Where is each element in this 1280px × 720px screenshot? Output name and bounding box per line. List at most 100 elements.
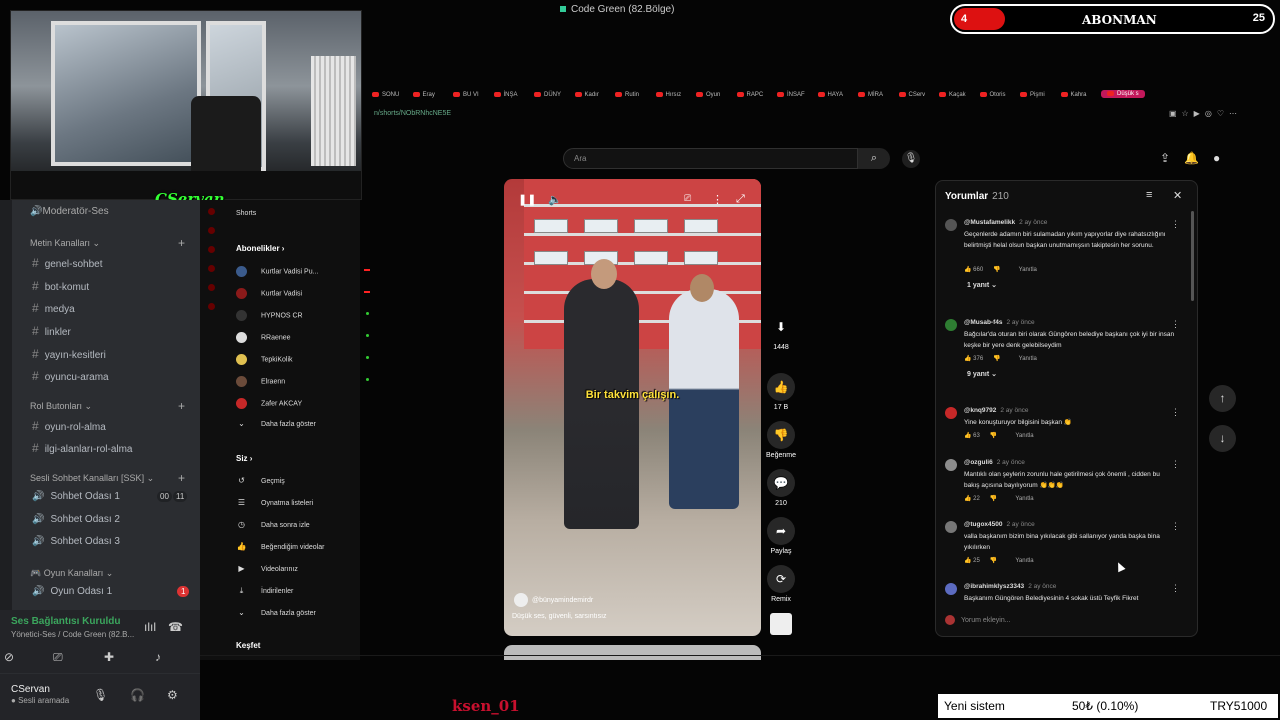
- soundboard-icon[interactable]: ♪: [155, 650, 161, 664]
- thumbs-down-icon[interactable]: 👎: [990, 433, 997, 439]
- comment-author[interactable]: @ibrahimklysz3343 2 ay önce: [964, 583, 1056, 590]
- browser-tab[interactable]: RAPC: [736, 92, 763, 98]
- channel-item[interactable]: # ilgi-alanları-rol-alma: [32, 441, 133, 455]
- more-icon[interactable]: ⋮: [712, 193, 723, 206]
- avatar[interactable]: ●: [1213, 151, 1234, 165]
- thumbs-up-icon[interactable]: 👍: [964, 433, 971, 439]
- comments-scrollbar[interactable]: [1191, 211, 1194, 301]
- video-author[interactable]: @bünyamindemirdr: [514, 593, 593, 607]
- view-replies-button[interactable]: 9 yanıt ⌄: [967, 370, 997, 378]
- sidebar-item[interactable]: ⤓ İndirilenler: [236, 586, 294, 596]
- add-channel-icon[interactable]: +: [178, 236, 185, 250]
- reply-button[interactable]: Yanıtla: [1019, 356, 1037, 362]
- volume-icon[interactable]: 🔈: [548, 193, 562, 206]
- reply-button[interactable]: Yanıtla: [1015, 558, 1033, 564]
- subscriptions-show-more[interactable]: ⌄ Daha fazla göster: [236, 419, 316, 428]
- voice-channel-item[interactable]: 🔊 Sohbet Odası 3: [32, 536, 120, 547]
- channel-item[interactable]: # yayın-kesitleri: [32, 347, 106, 361]
- browser-tab[interactable]: MİRA: [858, 92, 883, 98]
- previous-video-button[interactable]: ↑: [1209, 385, 1236, 412]
- browser-tab[interactable]: Pişmi: [1020, 92, 1045, 98]
- comment-author[interactable]: @tugox4500 2 ay önce: [964, 521, 1035, 528]
- voice-channel-item[interactable]: 🔊 Sohbet Odası 1 00 11: [32, 491, 192, 502]
- you-heading[interactable]: Siz ›: [236, 454, 252, 463]
- microphone-icon[interactable]: 🎙: [93, 688, 108, 702]
- subscription-item[interactable]: Kurtlar Vadisi: [236, 288, 376, 299]
- comment-author[interactable]: @Musab-f4s 2 ay önce: [964, 319, 1035, 326]
- subscription-item[interactable]: Kurtlar Vadisi Pu...: [236, 266, 376, 277]
- avatar[interactable]: [945, 407, 957, 419]
- browser-tab[interactable]: Otoris: [979, 92, 1006, 98]
- pause-icon[interactable]: ❚❚: [518, 193, 536, 206]
- thumbs-down-icon[interactable]: 👎: [990, 496, 997, 502]
- channel-item[interactable]: # bot-komut: [32, 279, 89, 293]
- browser-tab[interactable]: Hırsız: [655, 92, 681, 98]
- thumbs-down-icon[interactable]: 👎: [993, 356, 1000, 362]
- view-replies-button[interactable]: 1 yanıt ⌄: [967, 281, 997, 289]
- next-video-preview[interactable]: [504, 645, 761, 660]
- subscription-item[interactable]: Zafer AKCAY: [236, 398, 376, 409]
- shorts-video-player[interactable]: Bir takvim çalışın. ❚❚ 🔈 ⎚ ⋮ ⤢ @bünyamin…: [504, 179, 761, 636]
- subscription-item[interactable]: Elraenn: [236, 376, 376, 387]
- voice-search-icon[interactable]: 🎙: [902, 150, 920, 168]
- sidebar-item[interactable]: ◷ Daha sonra izle: [236, 520, 310, 529]
- reply-button[interactable]: Yanıtla: [1015, 496, 1033, 502]
- sidebar-item[interactable]: 👍 Beğendiğim videolar: [236, 542, 325, 551]
- channel-item[interactable]: # oyuncu-arama: [32, 369, 109, 383]
- like-button[interactable]: 👍 17 B: [764, 373, 798, 411]
- fullscreen-icon[interactable]: ⤢: [736, 193, 745, 206]
- sidebar-item[interactable]: ☰ Oynatma listeleri: [236, 498, 313, 507]
- avatar[interactable]: [945, 459, 957, 471]
- channel-item[interactable]: # medya: [32, 301, 75, 315]
- add-channel-icon[interactable]: +: [178, 471, 185, 485]
- sound-thumbnail[interactable]: [764, 613, 798, 635]
- browser-tab[interactable]: DÜNY: [534, 92, 561, 98]
- browser-tab[interactable]: SONU: [372, 92, 399, 98]
- comment-author[interactable]: @Mustafamelikk 2 ay önce: [964, 219, 1047, 226]
- noise-suppression-icon[interactable]: ılıl: [144, 620, 156, 634]
- browser-tab[interactable]: Eray: [412, 92, 435, 98]
- avatar[interactable]: [945, 319, 957, 331]
- avatar[interactable]: [945, 583, 957, 595]
- next-video-button[interactable]: ↓: [1209, 425, 1236, 452]
- browser-tab[interactable]: CServ: [898, 92, 925, 98]
- reply-button[interactable]: Yanıtla: [1015, 433, 1033, 439]
- thumbs-up-icon[interactable]: 👍: [964, 558, 971, 564]
- voice-channel-item[interactable]: 🔊 Oyun Odası 1 1: [32, 586, 192, 597]
- channel-item[interactable]: # genel-sohbet: [32, 256, 103, 270]
- remix-button[interactable]: ⟳ Remix: [764, 565, 798, 603]
- sidebar-item-shorts[interactable]: Shorts: [236, 210, 256, 217]
- subscription-item[interactable]: HYPNOS CR: [236, 310, 376, 321]
- comments-button[interactable]: 💬 210: [764, 469, 798, 507]
- reply-button[interactable]: Yanıtla: [1019, 267, 1037, 273]
- camera-off-icon[interactable]: ⊘: [4, 650, 14, 664]
- thumbs-down-icon[interactable]: 👎: [993, 267, 1000, 273]
- sidebar-item[interactable]: ⌄ Daha fazla göster: [236, 608, 316, 617]
- comment-author[interactable]: @knq9792 2 ay önce: [964, 407, 1029, 414]
- save-button[interactable]: ⬇ 1448: [764, 313, 798, 351]
- explore-heading[interactable]: Keşfet: [236, 641, 260, 650]
- moderator-voice-channel[interactable]: 🔊Moderatör-Ses: [30, 206, 109, 217]
- browser-tab-active[interactable]: Düşük s: [1101, 90, 1145, 99]
- voice-channel-item[interactable]: 🔊 Sohbet Odası 2: [32, 514, 120, 525]
- headphones-icon[interactable]: 🎧: [130, 688, 145, 702]
- subscription-item[interactable]: TepkiKolik: [236, 354, 376, 365]
- subscriptions-heading[interactable]: Abonelikler ›: [236, 244, 284, 253]
- browser-tab[interactable]: Oyun: [696, 92, 720, 98]
- add-comment-input[interactable]: Yorum ekleyin...: [945, 615, 1011, 625]
- category-game-channels[interactable]: 🎮 Oyun Kanalları ⌄: [30, 568, 113, 579]
- sidebar-item[interactable]: ▶ Videolarınız: [236, 564, 297, 573]
- avatar[interactable]: [945, 521, 957, 533]
- search-input[interactable]: Ara: [563, 148, 858, 169]
- browser-tab[interactable]: Kaçak: [939, 92, 966, 98]
- captions-icon[interactable]: ⎚: [684, 193, 691, 204]
- comment-author[interactable]: @ozguli6 2 ay önce: [964, 459, 1025, 466]
- sort-icon[interactable]: ≡: [1146, 189, 1152, 201]
- browser-tab[interactable]: İNSAF: [777, 92, 805, 98]
- channel-item[interactable]: # oyun-rol-alma: [32, 419, 106, 433]
- browser-tab[interactable]: Rutin: [615, 92, 639, 98]
- thumbs-up-icon[interactable]: 👍: [964, 267, 971, 273]
- add-channel-icon[interactable]: +: [178, 399, 185, 413]
- search-icon[interactable]: ⌕: [858, 148, 890, 169]
- url-bar[interactable]: n/shorts/NObRNhcNE5E: [374, 110, 451, 117]
